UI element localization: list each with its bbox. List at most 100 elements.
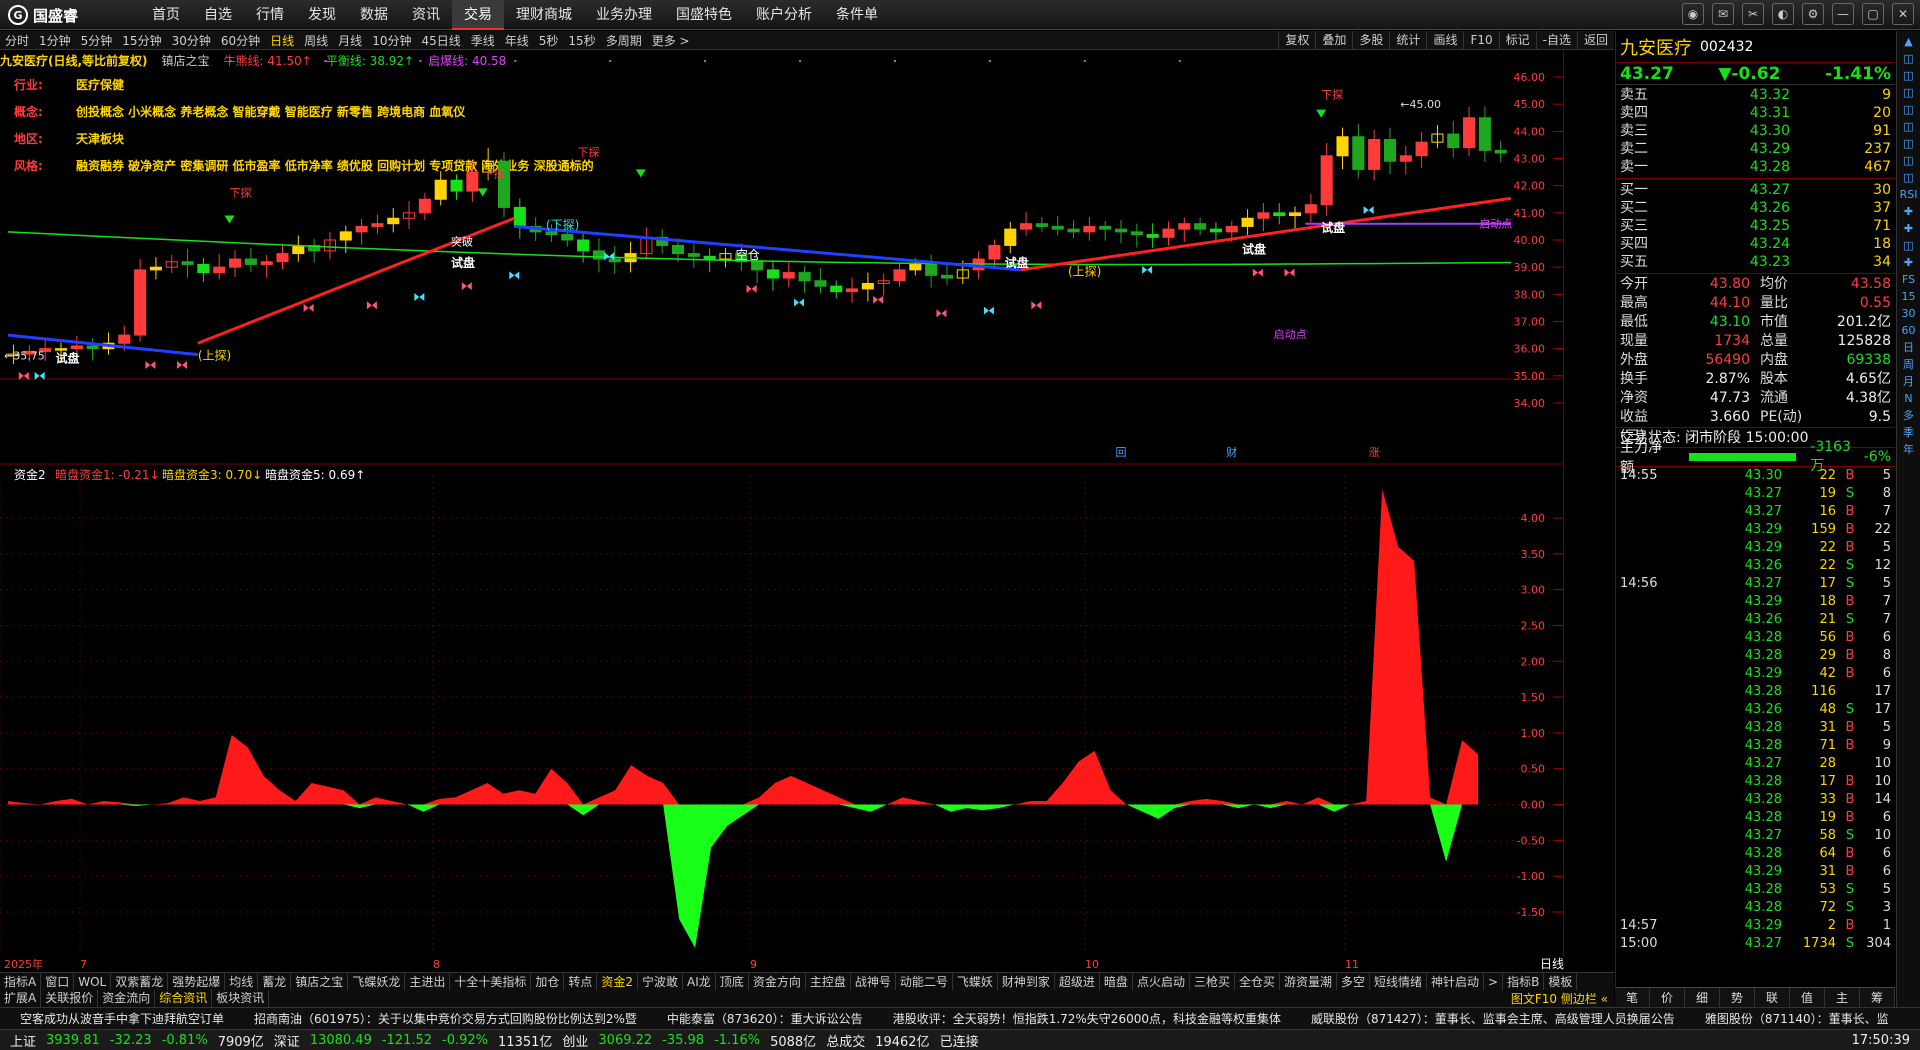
period-tab[interactable]: 15分钟 xyxy=(117,32,166,49)
chart-tool-button[interactable]: 复权 xyxy=(1278,31,1315,49)
indicator-tab[interactable]: 点火启动 xyxy=(1133,973,1190,990)
sh-index-name[interactable]: 上证 xyxy=(10,1031,36,1050)
indicator-tab[interactable]: 顶底 xyxy=(716,973,749,990)
sidebar-icon[interactable]: ✚ xyxy=(1904,222,1913,236)
bid-row[interactable]: 买四 43.24 18 xyxy=(1620,235,1891,253)
indicator-tab[interactable]: 超级进 xyxy=(1055,973,1100,990)
menu-item[interactable]: 数据 xyxy=(348,0,400,30)
menu-item[interactable]: 自选 xyxy=(192,0,244,30)
menu-item[interactable]: 资讯 xyxy=(400,0,452,30)
period-tab[interactable]: 更多 > xyxy=(647,32,695,49)
sidebar-icon[interactable]: 年 xyxy=(1903,443,1914,457)
period-tab[interactable]: 季线 xyxy=(466,32,500,49)
bid-row[interactable]: 买三 43.25 71 xyxy=(1620,217,1891,235)
indicator-tab[interactable]: 均线 xyxy=(225,973,259,990)
indicator-tab[interactable]: 全仓买 xyxy=(1235,973,1280,990)
extension-tab[interactable]: 综合资讯 xyxy=(155,990,213,1007)
period-tab[interactable]: 周线 xyxy=(299,32,333,49)
extension-tab[interactable]: 关联报价 xyxy=(41,990,99,1007)
sz-index-name[interactable]: 深证 xyxy=(274,1031,300,1050)
chart-tool-button[interactable]: 标记 xyxy=(1498,31,1536,49)
news-item[interactable]: 港股收评：全天弱势！恒指跌1.72%失守26000点，科技金融等权重集体 xyxy=(893,1010,1281,1027)
indicator-tab[interactable]: 三枪买 xyxy=(1190,973,1235,990)
period-tab[interactable]: 1分钟 xyxy=(34,32,76,49)
sidebar-icon[interactable]: 日 xyxy=(1903,341,1914,355)
indicator-tab[interactable]: 财神到家 xyxy=(998,973,1055,990)
period-tab[interactable]: 5秒 xyxy=(534,32,564,49)
indicator-tab[interactable]: 游资量潮 xyxy=(1280,973,1337,990)
period-tab[interactable]: 5分钟 xyxy=(76,32,118,49)
bid-row[interactable]: 买二 43.26 37 xyxy=(1620,199,1891,217)
indicator-tab[interactable]: 双紫蓄龙 xyxy=(111,973,169,990)
quote-tab[interactable]: 势 xyxy=(1720,988,1755,1007)
quote-tab[interactable]: 联 xyxy=(1755,988,1790,1007)
sidebar-icon[interactable]: ◫ xyxy=(1903,154,1913,168)
period-tab[interactable]: 15秒 xyxy=(563,32,600,49)
news-item[interactable]: 中能泰富（873620）：重大诉讼公告 xyxy=(667,1010,863,1027)
indicator-tab[interactable]: 资金方向 xyxy=(749,973,806,990)
chart-tool-button[interactable]: 多股 xyxy=(1352,31,1389,49)
indicator-tab[interactable]: 短线情绪 xyxy=(1370,973,1428,990)
quote-tab[interactable]: 细 xyxy=(1685,988,1720,1007)
close-icon[interactable]: ✕ xyxy=(1892,3,1914,25)
fund-indicator-chart[interactable]: 资金2 暗盘资金1: -0.21↓ 暗盘资金3: 0.70↓ 暗盘资金5: 0.69↑… xyxy=(0,465,1565,956)
indicator-tab[interactable]: 主进出 xyxy=(405,973,451,990)
news-item[interactable]: 雅图股份（871140）：董事长、监 xyxy=(1705,1010,1889,1027)
sidebar-icon[interactable]: ◫ xyxy=(1903,120,1913,134)
sidebar-icon[interactable]: ◫ xyxy=(1903,171,1913,185)
settings-icon[interactable]: ⚙ xyxy=(1802,3,1824,25)
indicator-tab[interactable]: 战神号 xyxy=(851,973,896,990)
indicator-tab[interactable]: 转点 xyxy=(564,973,598,990)
chart-tool-button[interactable]: 叠加 xyxy=(1315,31,1352,49)
sidebar-icon[interactable]: 30 xyxy=(1902,307,1916,321)
period-tab[interactable]: 月线 xyxy=(333,32,367,49)
sidebar-icon[interactable]: 多 xyxy=(1903,409,1914,423)
indicator-tab[interactable]: 动能二号 xyxy=(896,973,953,990)
period-tab[interactable]: 30分钟 xyxy=(167,32,216,49)
indicator-tab[interactable]: 飞蝶妖 xyxy=(953,973,998,990)
ask-row[interactable]: 卖二 43.29 237 xyxy=(1620,140,1891,158)
extension-tab[interactable]: 资金流向 xyxy=(98,990,156,1007)
extension-tab[interactable]: 扩展A xyxy=(0,990,42,1007)
quote-tab[interactable]: 值 xyxy=(1790,988,1825,1007)
quote-tab[interactable]: 笔 xyxy=(1615,988,1650,1007)
period-tab[interactable]: 年线 xyxy=(500,32,534,49)
period-tab[interactable]: 多周期 xyxy=(601,32,647,49)
menu-item[interactable]: 理财商城 xyxy=(504,0,584,30)
bid-row[interactable]: 买一 43.27 30 xyxy=(1620,181,1891,199)
minimize-icon[interactable]: — xyxy=(1832,3,1854,25)
quote-tab[interactable]: 价 xyxy=(1650,988,1685,1007)
cy-index-name[interactable]: 创业 xyxy=(562,1031,588,1050)
indicator-tab[interactable]: 十全十美指标 xyxy=(450,973,532,990)
sidebar-icon[interactable]: ◫ xyxy=(1903,103,1913,117)
sidebar-icon[interactable]: 季 xyxy=(1903,426,1914,440)
indicator-tab[interactable]: AI龙 xyxy=(683,973,716,990)
menu-item[interactable]: 首页 xyxy=(140,0,192,30)
sidebar-icon[interactable]: ✚ xyxy=(1904,205,1913,219)
ask-row[interactable]: 卖四 43.31 20 xyxy=(1620,104,1891,122)
indicator-tab[interactable]: 强势起爆 xyxy=(168,973,226,990)
indicator-tab[interactable]: 神针启动 xyxy=(1427,973,1485,990)
chart-tool-button[interactable]: F10 xyxy=(1463,31,1498,49)
indicator-tab[interactable]: 飞蝶妖龙 xyxy=(348,973,406,990)
sidebar-icon[interactable]: 周 xyxy=(1903,358,1914,372)
chat-icon[interactable]: ◉ xyxy=(1682,3,1704,25)
tools-icon[interactable]: ✂ xyxy=(1742,3,1764,25)
candlestick-chart[interactable]: 46.00 45.00 44.00 43.00 42.00 41.00 40.00 39.00… xyxy=(0,51,1565,465)
news-item[interactable]: 空客成功从波音手中拿下迪拜航空订单 xyxy=(20,1010,224,1027)
tick-list[interactable]: 14:55 43.30 22 B 5 43.27 19 S 8 43.27 16 B 7 43.29 159… xyxy=(1616,467,1895,953)
chart-tool-button[interactable]: -自选 xyxy=(1535,31,1577,49)
sidebar-icon[interactable]: N xyxy=(1904,392,1912,406)
indicator-tab[interactable]: 指标B xyxy=(1503,973,1545,990)
indicator-tab[interactable]: 多空 xyxy=(1337,973,1371,990)
menu-item[interactable]: 交易 xyxy=(452,0,504,30)
news-item[interactable]: 招商南油（601975）：关于以集中竞价交易方式回购股份比例达到2%暨 xyxy=(254,1010,637,1027)
chart-tool-button[interactable]: 返回 xyxy=(1576,31,1614,49)
chart-tool-button[interactable]: 画线 xyxy=(1426,31,1463,49)
period-tab[interactable]: 分时 xyxy=(0,32,34,49)
period-tab[interactable]: 45日线 xyxy=(416,32,465,49)
menu-item[interactable]: 账户分析 xyxy=(744,0,824,30)
menu-item[interactable]: 国盛特色 xyxy=(664,0,744,30)
sidebar-icon[interactable]: ◫ xyxy=(1903,86,1913,100)
ask-row[interactable]: 卖五 43.32 9 xyxy=(1620,86,1891,104)
